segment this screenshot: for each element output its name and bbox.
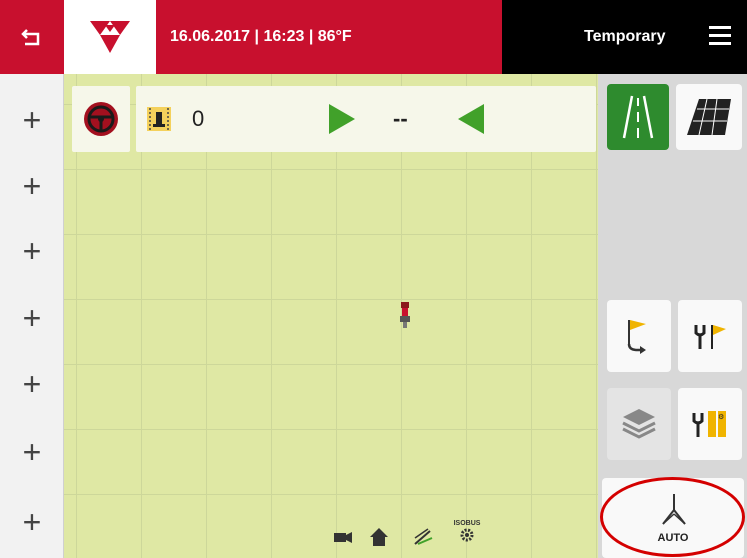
flag-turn-icon [627, 320, 646, 354]
road-lines-icon [622, 95, 654, 139]
isobus-label: ISOBUS [453, 520, 481, 527]
wrench-settings-icon: ⚙ [692, 411, 726, 437]
arrow-left-icon[interactable] [458, 104, 484, 134]
left-toolbar: + + + + + + + [0, 74, 64, 558]
top-bar: 16.06.2017 | 16:23 | 86°F Temporary [0, 0, 747, 74]
add-button-3[interactable]: + [0, 231, 64, 271]
add-button-4[interactable]: + [0, 298, 64, 338]
auto-steer-icon [662, 494, 686, 525]
datetime-label: 16.06.2017 | 16:23 | 86°F [156, 0, 502, 74]
implement-width-icon [147, 107, 171, 131]
add-button-7[interactable]: + [0, 502, 64, 542]
tractor-icon [400, 302, 410, 328]
add-button-2[interactable]: + [0, 166, 64, 206]
distance-value: -- [393, 106, 408, 131]
guidance-lines-button[interactable] [607, 84, 669, 150]
svg-text:⚙: ⚙ [718, 413, 724, 421]
add-button-1[interactable]: + [0, 100, 64, 140]
tools-flag-button[interactable] [678, 300, 742, 372]
flag-turn-button[interactable] [607, 300, 671, 372]
field-pattern-button[interactable] [676, 84, 742, 150]
field-map[interactable]: 0 -- ISOBUS [64, 74, 598, 558]
spray-icon[interactable] [412, 526, 434, 548]
home-icon[interactable] [368, 526, 390, 548]
top-right-bar: Temporary [502, 0, 747, 74]
add-button-6[interactable]: + [0, 432, 64, 472]
back-button[interactable] [0, 0, 64, 74]
hamburger-menu-icon[interactable] [709, 26, 731, 46]
steering-wheel-icon [84, 102, 118, 136]
bottom-status-icons: ISOBUS [332, 520, 492, 554]
field-grid-icon [687, 98, 731, 136]
guidance-info-bar: 0 -- [136, 86, 596, 152]
auto-label: AUTO [657, 532, 689, 544]
brand-triangles-logo [90, 21, 130, 53]
mode-label[interactable]: Temporary [584, 0, 666, 74]
wrench-flag-icon [694, 325, 726, 349]
back-arrow-icon [21, 29, 40, 46]
arrow-right-icon[interactable] [329, 104, 355, 134]
layers-button[interactable] [607, 388, 671, 460]
steering-button[interactable] [72, 86, 130, 152]
auto-steer-button[interactable]: AUTO [602, 478, 744, 558]
add-button-5[interactable]: + [0, 364, 64, 404]
gear-icon [460, 528, 474, 542]
camera-icon[interactable] [332, 526, 354, 548]
isobus-button[interactable]: ISOBUS [450, 520, 484, 548]
brand-logo [64, 0, 156, 74]
layers-icon [622, 409, 656, 439]
right-panel: ⚙ AUTO [598, 74, 747, 558]
tools-settings-button[interactable]: ⚙ [678, 388, 742, 460]
count-value: 0 [192, 106, 205, 131]
